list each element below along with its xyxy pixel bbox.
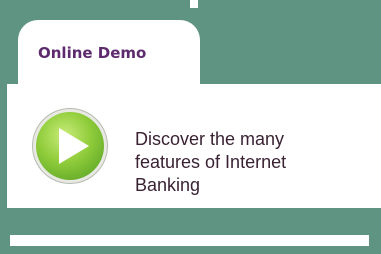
panel-divider: [190, 0, 198, 8]
demo-description[interactable]: Discover the many features of Internet B…: [135, 128, 315, 197]
demo-content: Discover the many features of Internet B…: [7, 84, 381, 208]
play-demo-button[interactable]: [36, 112, 104, 180]
footer-bar: [10, 235, 369, 246]
tab-label: Online Demo: [38, 44, 147, 62]
play-icon: [59, 128, 89, 164]
online-demo-widget: Online Demo Discover the many features o…: [0, 0, 381, 254]
tab-online-demo[interactable]: Online Demo: [18, 20, 200, 90]
